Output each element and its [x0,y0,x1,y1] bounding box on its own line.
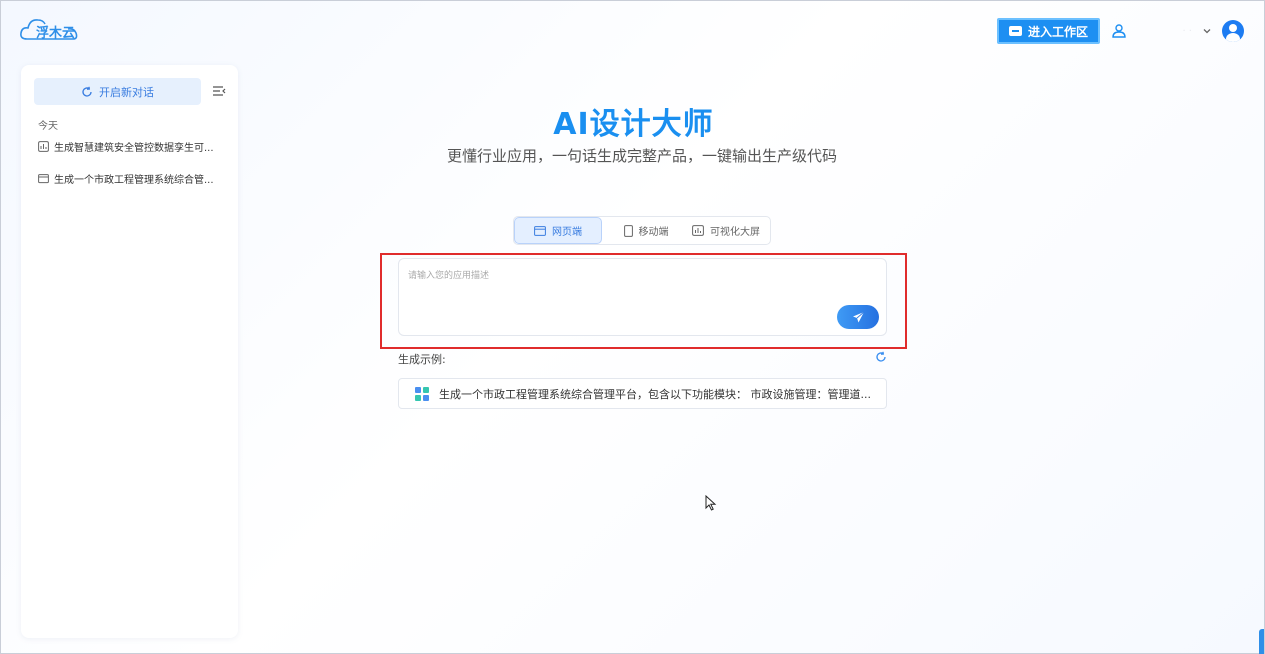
send-button[interactable] [837,305,879,329]
prompt-input-container [398,258,887,336]
window-icon [38,174,49,184]
example-item[interactable]: 生成一个市政工程管理系统综合管理平台，包含以下功能模块： 市政设施管理：管理道.… [398,378,887,409]
tab-web[interactable]: 网页端 [514,217,602,244]
brand-logo[interactable]: 浮木云 [19,15,79,45]
collapse-sidebar-icon[interactable] [212,84,226,98]
page-subtitle: 更懂行业应用，一句话生成完整产品，一键输出生产级代码 [446,147,837,165]
refresh-examples-icon[interactable] [875,351,887,363]
app-grid-icon [415,386,429,401]
tab-mobile[interactable]: 移动端 [608,217,684,244]
history-item-label: 生成一个市政工程管理系统综合管... [54,175,214,186]
history-item[interactable]: 生成一个市政工程管理系统综合管... [38,171,228,186]
enter-workspace-label: 进入工作区 [1027,24,1088,39]
dashboard-icon [692,225,704,236]
top-bar: 进入工作区 · · [996,18,1244,44]
examples-label: 生成示例: [398,353,446,366]
chevron-down-icon[interactable] [1202,26,1212,36]
platform-tabs: 网页端 移动端 可视化大屏 [513,216,771,245]
browser-icon [534,225,546,236]
mouse-cursor-icon [705,495,717,511]
send-icon [852,311,864,322]
new-chat-label: 开启新对话 [99,85,154,99]
user-group-icon[interactable] [1110,22,1128,40]
brand-name: 浮木云 [36,26,76,41]
username[interactable]: · · [1138,24,1192,38]
tab-web-label: 网页端 [552,227,582,238]
page-title: AI设计大师 [553,107,714,142]
refresh-icon [82,86,92,97]
example-text: 生成一个市政工程管理系统综合管理平台，包含以下功能模块： 市政设施管理：管理道.… [439,387,871,401]
tab-mobile-label: 移动端 [638,227,669,238]
mobile-icon [623,224,633,237]
prompt-input[interactable] [408,268,828,308]
avatar[interactable] [1222,20,1244,42]
workspace-icon [1008,26,1022,36]
side-edge-tab[interactable] [1259,629,1264,654]
tab-dashboard[interactable]: 可视化大屏 [684,217,768,244]
enter-workspace-button[interactable]: 进入工作区 [996,18,1100,44]
tab-dashboard-label: 可视化大屏 [710,227,760,238]
